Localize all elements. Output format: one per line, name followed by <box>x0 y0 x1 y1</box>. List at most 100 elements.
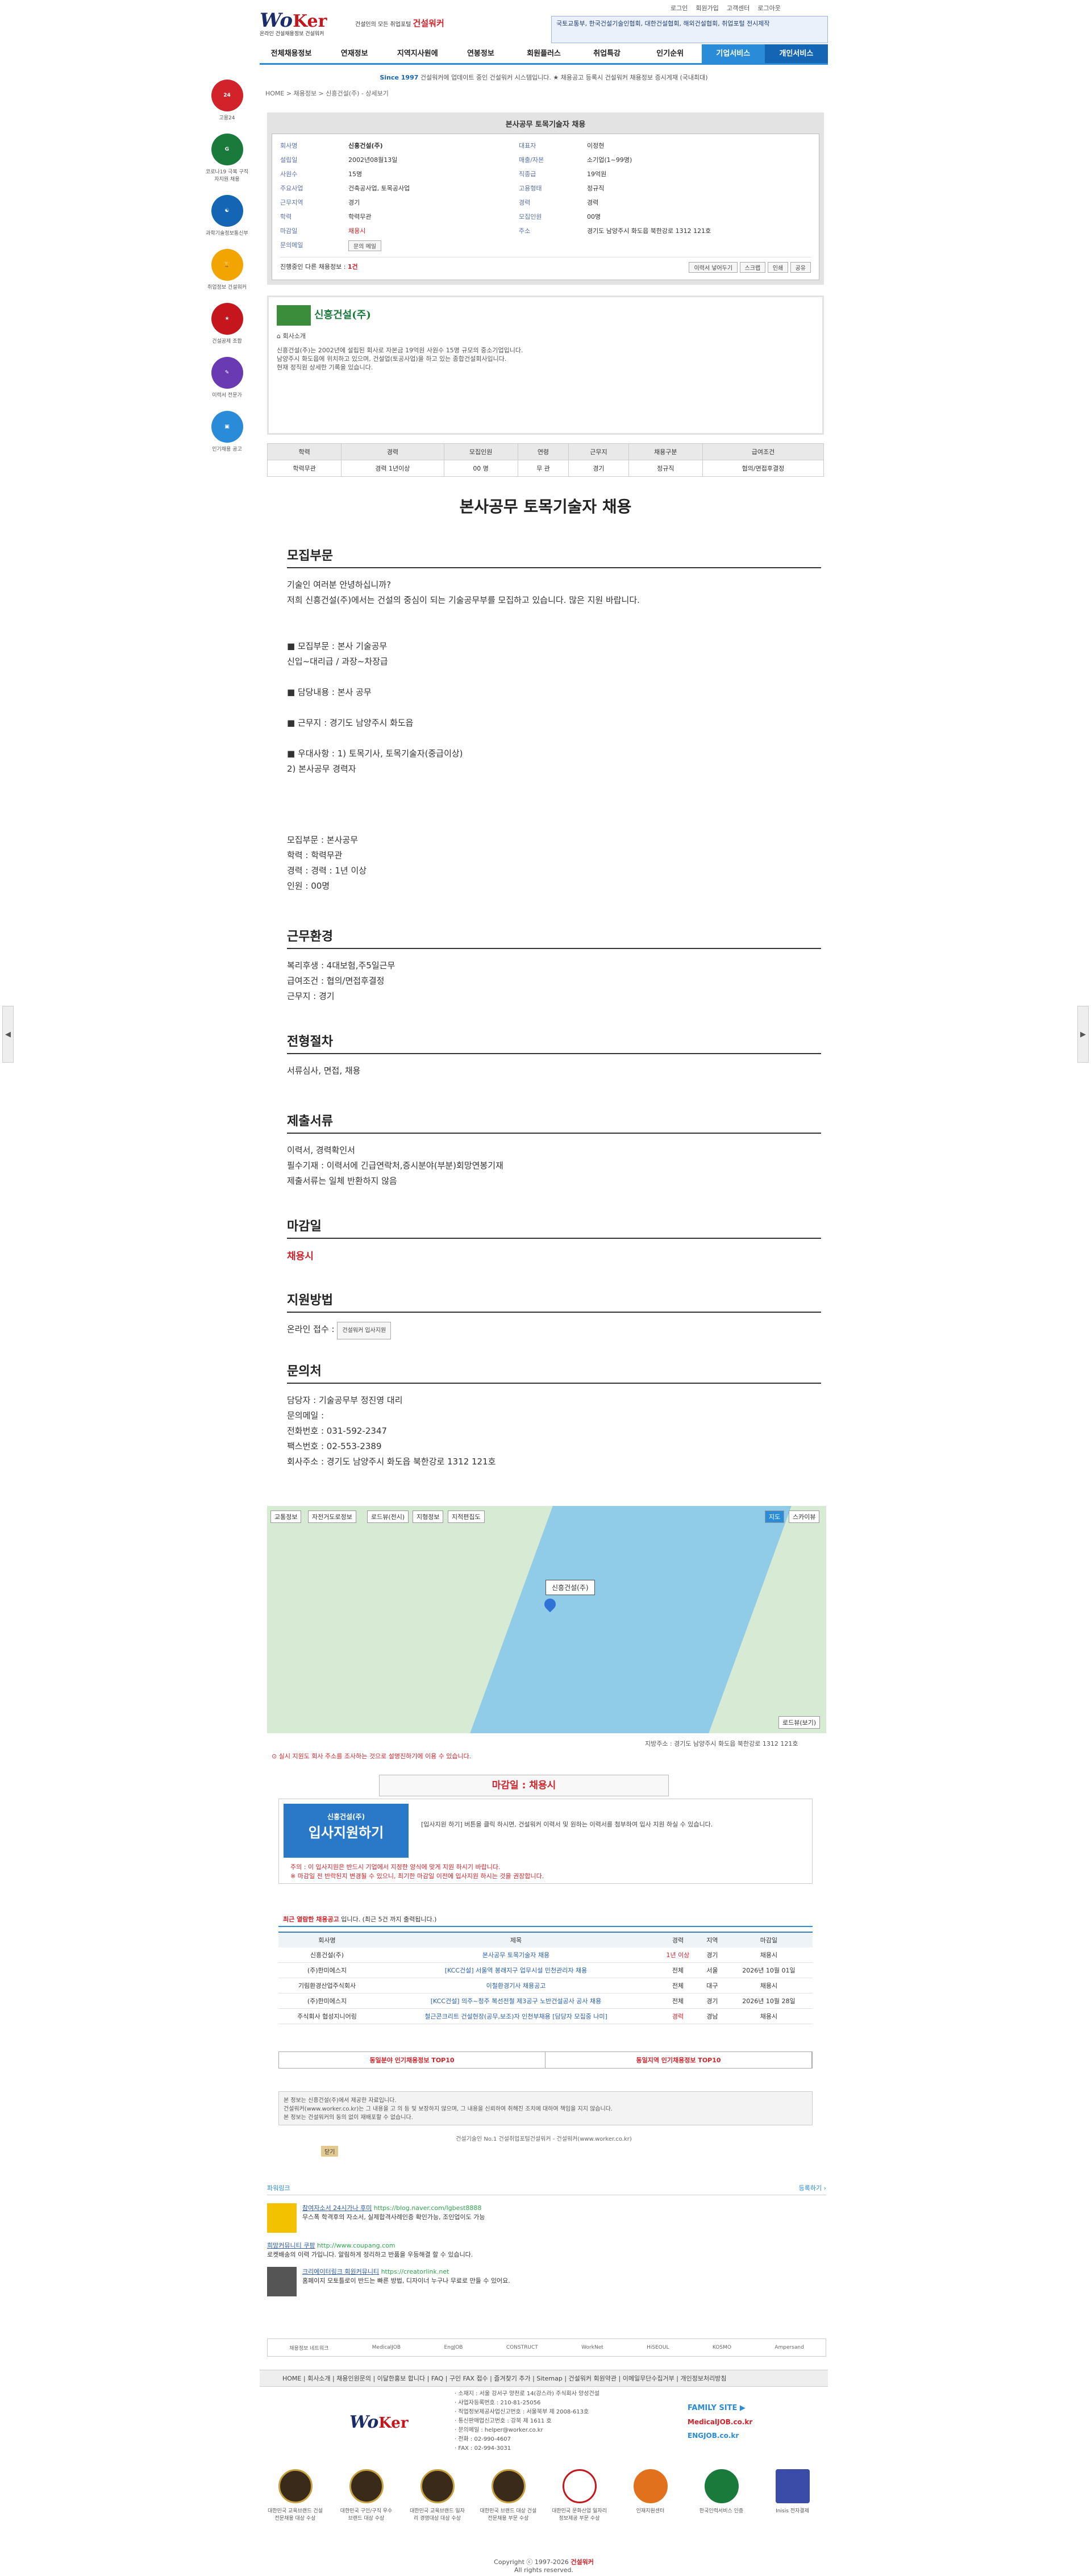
ad-item[interactable]: ★ 건설공제 조합 <box>205 303 250 344</box>
map-tab-roadview[interactable]: 로드뷰(전시) <box>367 1510 409 1523</box>
trophy-icon: 🏆 <box>211 249 243 281</box>
award-icon <box>278 2469 313 2503</box>
nav-lecture[interactable]: 취업특강 <box>576 44 639 63</box>
apply-button[interactable]: 신흥건설(주) 입사지원하기 <box>284 1804 409 1858</box>
conditions-table: 학력 경력 모집인원 연령 근무지 채용구분 급여조건 학력무관 경력 1년이상 00 명무 관… <box>266 443 825 477</box>
login-link[interactable]: 로그인 <box>671 3 688 13</box>
warning-icon: ⊙ <box>272 1753 277 1760</box>
list-item[interactable]: 크리에이터링크 회원커뮤니티 https://creatorlink.net 홈페… <box>267 2267 826 2296</box>
map-warning: ⊙ 실시 지원도 회사 주소를 조사하는 것으로 설명진하기에 이용 수 있습니… <box>272 1753 472 1760</box>
signup-link[interactable]: 회원가입 <box>696 3 718 13</box>
nav-salary[interactable]: 연봉정보 <box>449 44 512 63</box>
map-tab-bike[interactable]: 자전거도로정보 <box>308 1510 356 1523</box>
apply-text: [입사지원 하기] 버튼을 클릭 하시면, 건설워커 이력서 및 원하는 이력서… <box>421 1821 713 1828</box>
ad-item[interactable]: ☯ 과학기술정보통신부 <box>205 195 250 236</box>
scrap-button[interactable]: 스크랩 <box>739 262 766 273</box>
partner-logo[interactable]: KOSMO <box>713 2345 731 2350</box>
partner-logo[interactable]: Ampersand <box>774 2345 804 2350</box>
close-button[interactable]: 닫기 <box>321 2146 339 2157</box>
share-button[interactable]: 공유 <box>790 262 811 273</box>
nav-series[interactable]: 연재정보 <box>323 44 386 63</box>
map-type-map[interactable]: 지도 <box>765 1510 785 1523</box>
partner-logo[interactable]: WorkNet <box>581 2345 603 2350</box>
table-row[interactable]: 주식회사 협성지니어링 철근콘크리트 건설현장(공무,보조)자 인천부채용 [담당… <box>278 2008 813 2024</box>
cert-badge: 인재지원센터 <box>622 2469 679 2521</box>
ad-logo-icon: ★ <box>211 303 243 335</box>
apply-panel: 신흥건설(주) 입사지원하기 [입사지원 하기] 버튼을 클릭 하시면, 건설워커… <box>278 1799 813 1884</box>
payment-icon <box>775 2469 810 2503</box>
table-row[interactable]: (주)한미에스지 [KCC건설] 의주~청주 복선전철 제3공구 노반건설공사 공… <box>278 1993 813 2009</box>
footer-logo[interactable]: WoKer <box>349 2412 440 2432</box>
contact-mail-button[interactable]: 문의 메일 <box>348 240 381 251</box>
apply-note: 주의 : 이 입사지원은 반드시 기업에서 지정한 양식에 맞게 지원 하시기 … <box>290 1863 544 1880</box>
company-info: 신흥건설(주) ⌂ 회사소개 신흥건설(주)는 2002년에 설립된 회사로 자… <box>267 296 824 435</box>
map-tab-cadastral[interactable]: 지적편집도 <box>448 1510 485 1523</box>
top-banner[interactable]: 국토교통부, 한국건설기술인협회, 대한건설협회, 해외건설협회, 취업포털 전… <box>551 16 828 43</box>
map-river <box>470 1506 792 1733</box>
nav-region[interactable]: 지역지사원에 <box>386 44 449 63</box>
support-link[interactable]: 고객센터 <box>727 3 749 13</box>
deadline-box: 마감일 : 채용시 <box>379 1775 669 1796</box>
table-row[interactable]: (주)한미에스지 [KCC건설] 서울역 봉래지구 업무시설 민천관리자 채용 전체… <box>278 1962 813 1978</box>
ad-item[interactable]: ▣ 인기채용 공고 <box>205 411 250 452</box>
section-contact: 문의처 담당자 : 기술공무부 정진영 대리 문의메일 : 전화번호 : 031… <box>287 1361 821 1470</box>
award-icon <box>491 2469 526 2503</box>
award-icon <box>633 2469 668 2503</box>
location-map[interactable]: 교통정보 자전거도로정보 로드뷰(전시) 지형정보 지적편집도 지도 스카이뷰 … <box>267 1506 826 1733</box>
cert-badge: Inisis 전자결제 <box>764 2469 821 2521</box>
partner-logo[interactable]: CONSTRUCT <box>506 2345 538 2350</box>
certifications: 대한민국 교육브랜드 건설전문채용 대상 수상 대한민국 구인/구직 우수 브랜… <box>260 2469 828 2521</box>
table-row[interactable]: 기림환경산업주식회사 이철환경기사 채용공고 전체 대구 채용시 <box>278 1978 813 1994</box>
company-tab[interactable]: ⌂ 회사소개 <box>277 331 814 340</box>
chevron-right-icon: ▶ <box>1080 1030 1086 1039</box>
footer-nav[interactable]: HOME | 회사소개 | 채용인원문의 | 이달한홍보 합니다 | FAQ |… <box>260 2370 828 2387</box>
left-scroll-tab[interactable]: ◀ <box>2 1006 14 1063</box>
map-type-sky[interactable]: 스카이뷰 <box>789 1510 820 1523</box>
breadcrumb: HOME > 채용정보 > 신흥건설(주) - 상세보기 <box>265 90 389 97</box>
map-tab-terrain[interactable]: 지형정보 <box>413 1510 444 1523</box>
print-button[interactable]: 인쇄 <box>767 262 789 273</box>
roadview-button[interactable]: 로드뷰(보기) <box>778 1716 821 1729</box>
nav-member-plus[interactable]: 회원플러스 <box>512 44 575 63</box>
map-tab-traffic[interactable]: 교통정보 <box>270 1510 302 1523</box>
nav-business-service[interactable]: 기업서비스 <box>701 44 765 63</box>
register-link[interactable]: 등록하기 › <box>799 2183 826 2192</box>
nav-personal-service[interactable]: 개인서비스 <box>764 44 828 63</box>
recent-jobs: 최근 열람한 채용공고 입니다. (최근 5건 까지 출력됩니다.) 회사명 제목… <box>278 1912 813 2024</box>
ad-logo-icon: ▣ <box>211 411 243 443</box>
partner-logo[interactable]: 채용정보 네트워크 <box>289 2344 328 2352</box>
partner-logo[interactable]: HiSEOUL <box>647 2345 669 2350</box>
partner-logo[interactable]: EngJOB <box>444 2345 463 2350</box>
top10-same-field[interactable]: 동일분야 인기채용정보 TOP10 <box>279 2052 546 2068</box>
save-resume-button[interactable]: 이력서 넣어두기 <box>689 262 738 273</box>
ad-thumbnail <box>267 2203 297 2233</box>
other-jobs[interactable]: 진행중인 다른 채용정보 : 1건 <box>280 262 358 273</box>
nav-ranking[interactable]: 인기순위 <box>639 44 702 63</box>
family-site[interactable]: FAMILY SITE ▶ MedicalJOB.co.kr ENGJOB.co… <box>688 2404 752 2440</box>
ad-item[interactable]: 🏆 취업정보 건설워커 <box>205 249 250 290</box>
ad-item[interactable]: ✎ 이력서 전문가 <box>205 357 250 398</box>
table-row[interactable]: 신흥건설(주) 본사공무 토목기술자 채용 1년 이상 경기 채용시 <box>278 1947 813 1963</box>
top10-same-region[interactable]: 동일지역 인기채용정보 TOP10 <box>546 2052 812 2068</box>
site-logo[interactable]: WoKer 온라인 건설채용정보 건설워커 <box>260 9 351 44</box>
list-item[interactable]: 희망커뮤니티 쿠팡 http://www.coupang.com 로켓배송의 이력… <box>267 2241 826 2259</box>
award-icon <box>562 2469 597 2503</box>
main-nav: 전체채용정보 연재정보 지역지사원에 연봉정보 회원플러스 취업특강 인기순위 … <box>260 44 828 65</box>
list-item[interactable]: 참여자소서 24시가나 후미 https://blog.naver.com/lg… <box>267 2203 826 2233</box>
right-scroll-tab[interactable]: ▶ <box>1077 1006 1089 1063</box>
nav-all-jobs[interactable]: 전체채용정보 <box>260 44 323 63</box>
partner-logos: 채용정보 네트워크 MedicalJOB EngJOB CONSTRUCT Wo… <box>267 2338 826 2357</box>
award-icon <box>420 2469 455 2503</box>
summary-heading: 본사공무 토목기술자 채용 <box>505 120 586 129</box>
company-desc: 신흥건설(주)는 2002년에 설립된 회사로 자본금 19억원 사원수 15명… <box>277 347 523 371</box>
ad-item[interactable]: 24 고용24 <box>205 80 250 121</box>
apply-online-button[interactable]: 건설워커 입사지원 <box>337 1322 392 1339</box>
map-address: 지방주소 : 경기도 남양주시 화도읍 북한강로 1312 121호 <box>645 1740 798 1747</box>
left-ad-column: 24 고용24 G 코로나19 극복 구직자지원 채용 ☯ 과학기술정보통신부 🏆 취업… <box>200 80 254 465</box>
section-method: 지원방법 온라인 접수 : 건설워커 입사지원 <box>287 1290 821 1339</box>
footer-info: · 소재지 : 서울 강서구 양천로 14(강스라) 주식회사 양성건설 · 사… <box>455 2391 599 2452</box>
ad-item[interactable]: G 코로나19 극복 구직자지원 채용 <box>205 134 250 182</box>
partner-logo[interactable]: MedicalJOB <box>372 2345 401 2350</box>
logout-link[interactable]: 로그아웃 <box>757 3 780 13</box>
section-recruit-summary: 모집부문 : 본사공무 학력 : 학력무관 경력 : 경력 : 1년 이상 인원… <box>287 835 367 891</box>
